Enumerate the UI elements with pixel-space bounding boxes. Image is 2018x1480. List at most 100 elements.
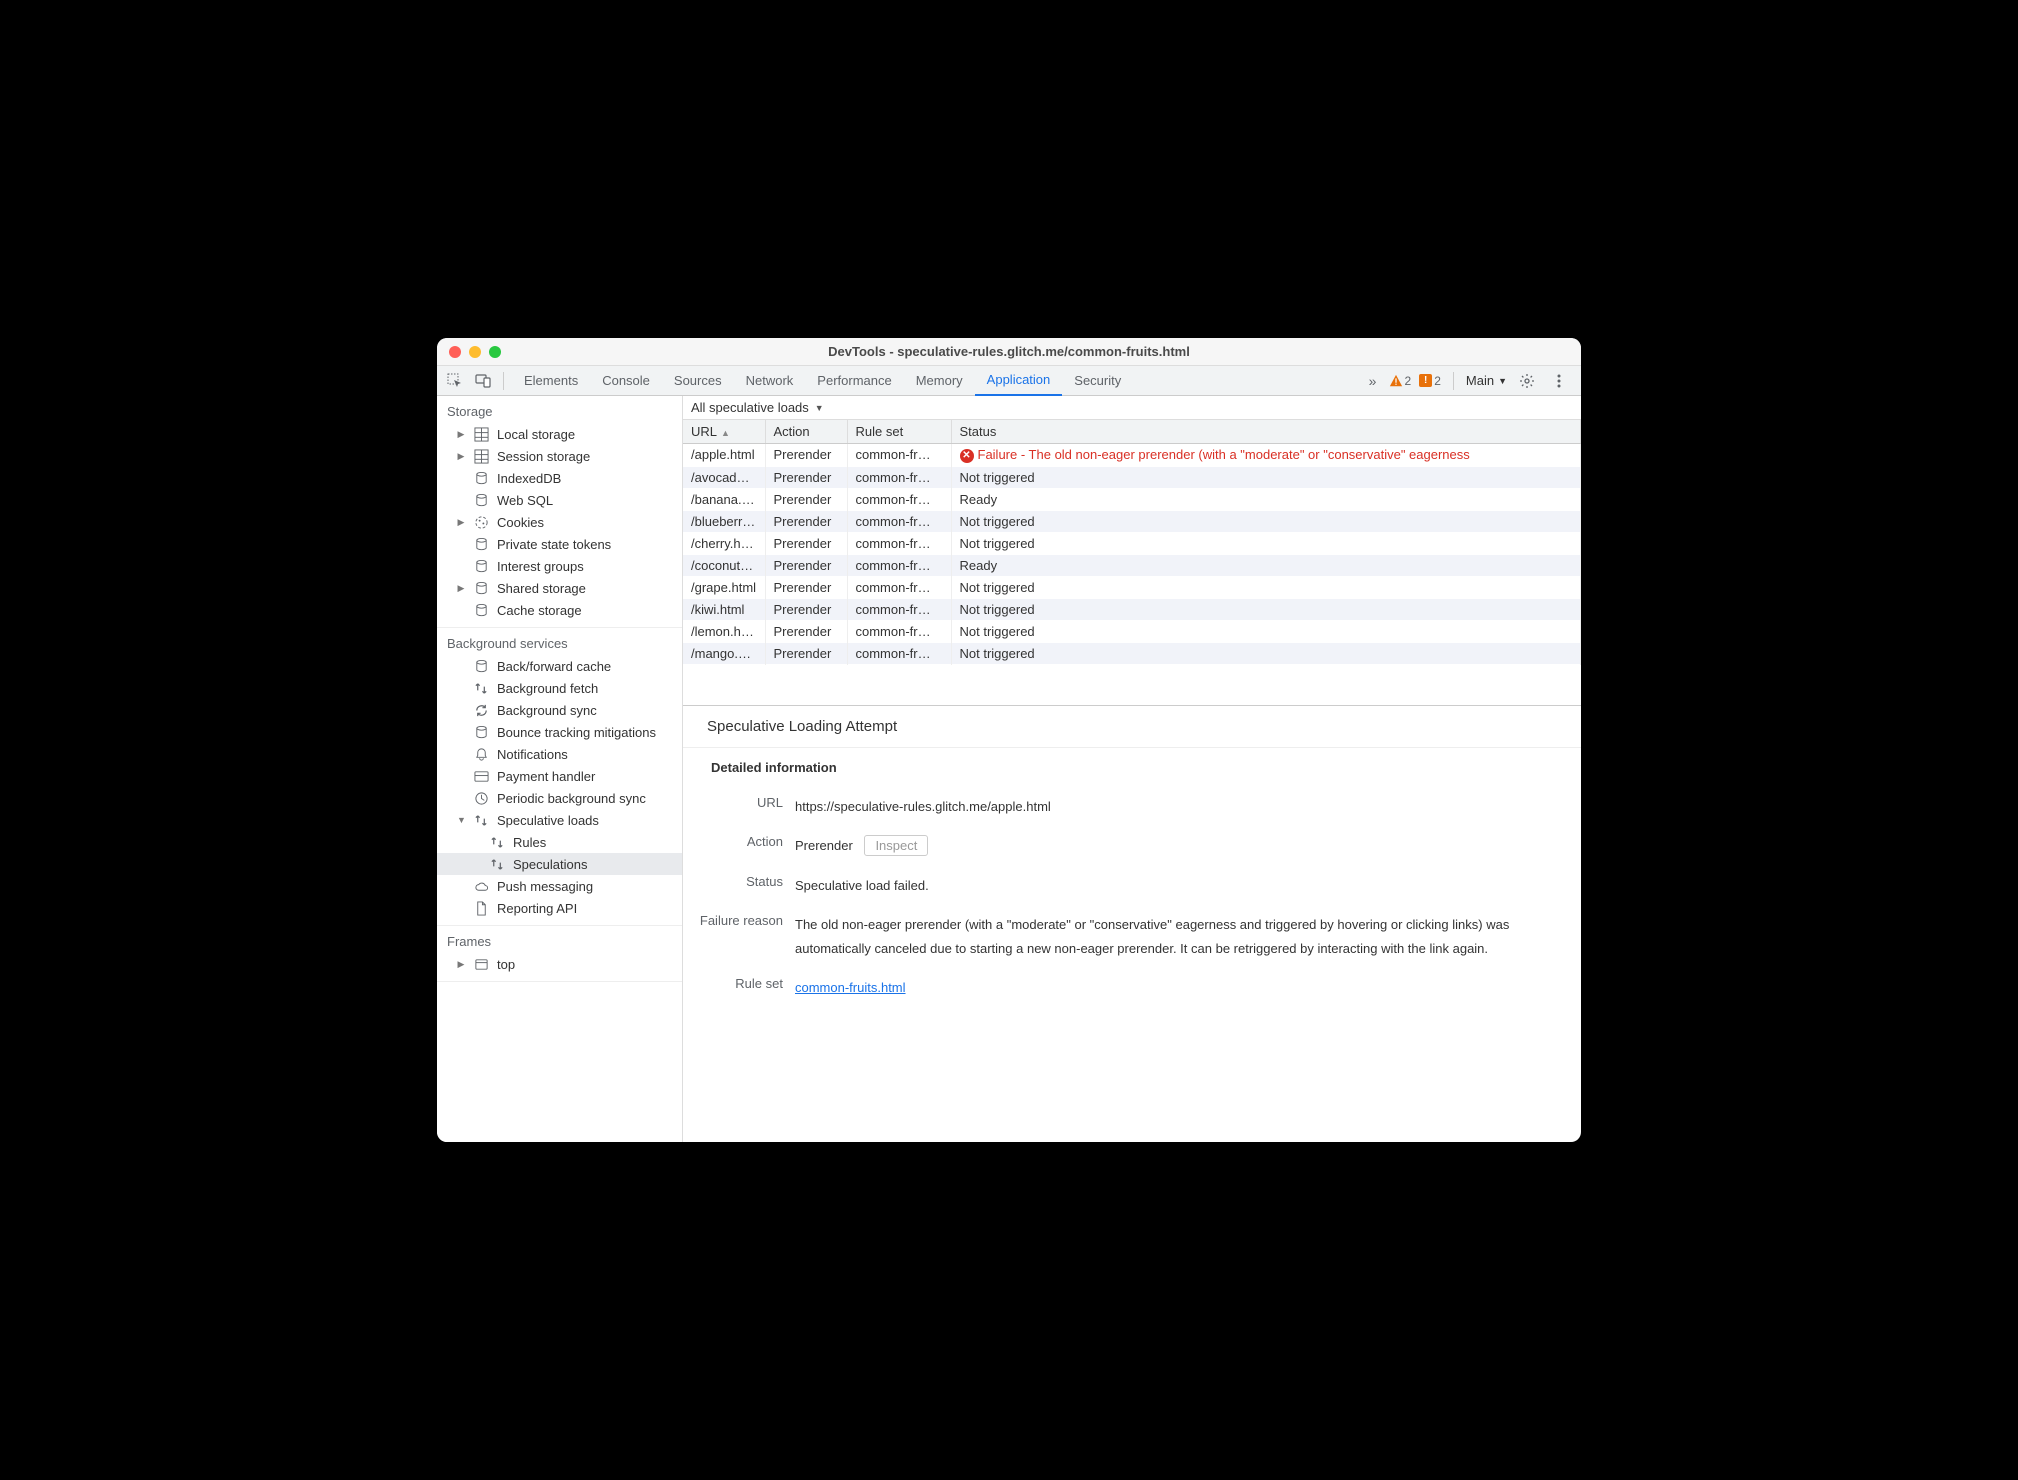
overflow-tabs-icon[interactable]: »	[1361, 369, 1385, 393]
tab-security[interactable]: Security	[1062, 366, 1133, 396]
sidebar-item-label: Payment handler	[497, 769, 595, 784]
sort-arrow-icon: ▲	[717, 428, 730, 438]
fullscreen-button[interactable]	[489, 346, 501, 358]
sidebar-item-label: Private state tokens	[497, 537, 611, 552]
sidebar-item-periodic-background-sync[interactable]: Periodic background sync	[437, 787, 682, 809]
expand-arrow: ▶	[457, 583, 465, 594]
sidebar-item-back-forward-cache[interactable]: Back/forward cache	[437, 655, 682, 677]
sidebar-item-session-storage[interactable]: ▶Session storage	[437, 445, 682, 467]
tab-console[interactable]: Console	[590, 366, 662, 396]
detail-pane: Speculative Loading Attempt Detailed inf…	[683, 705, 1581, 1142]
table-row[interactable]: /blueberr…Prerendercommon-fr…Not trigger…	[683, 510, 1581, 532]
detail-section: Detailed information	[683, 748, 1581, 783]
sidebar-item-shared-storage[interactable]: ▶Shared storage	[437, 577, 682, 599]
sidebar-item-interest-groups[interactable]: Interest groups	[437, 555, 682, 577]
tab-sources[interactable]: Sources	[662, 366, 734, 396]
toolbar: ElementsConsoleSourcesNetworkPerformance…	[437, 366, 1581, 396]
more-icon[interactable]	[1547, 369, 1571, 393]
sidebar-item-push-messaging[interactable]: Push messaging	[437, 875, 682, 897]
tab-memory[interactable]: Memory	[904, 366, 975, 396]
column-action[interactable]: Action	[765, 420, 847, 444]
detail-ruleset-label: Rule set	[683, 976, 783, 991]
db-icon	[473, 536, 489, 552]
target-dropdown[interactable]: Main ▼	[1466, 373, 1507, 388]
sidebar-item-label: Cookies	[497, 515, 544, 530]
db-icon	[473, 658, 489, 674]
db-icon	[473, 558, 489, 574]
traffic-lights	[449, 346, 501, 358]
table-row[interactable]: /cherry.h…Prerendercommon-fr…Not trigger…	[683, 532, 1581, 554]
tab-performance[interactable]: Performance	[805, 366, 903, 396]
sidebar-item-indexeddb[interactable]: IndexedDB	[437, 467, 682, 489]
sidebar-item-rules[interactable]: Rules	[437, 831, 682, 853]
bell-icon	[473, 746, 489, 762]
table-row[interactable]: /lemon.h…Prerendercommon-fr…Not triggere…	[683, 620, 1581, 642]
sidebar-item-reporting-api[interactable]: Reporting API	[437, 897, 682, 919]
sidebar-item-top[interactable]: ▶ top	[437, 953, 682, 975]
detail-url-label: URL	[683, 795, 783, 810]
sidebar-item-label: Interest groups	[497, 559, 584, 574]
column-rule-set[interactable]: Rule set	[847, 420, 951, 444]
sidebar-item-local-storage[interactable]: ▶Local storage	[437, 423, 682, 445]
sidebar-item-speculative-loads[interactable]: ▼Speculative loads	[437, 809, 682, 831]
device-toggle-icon[interactable]	[471, 369, 495, 393]
sidebar-item-label: Cache storage	[497, 603, 582, 618]
card-icon	[473, 768, 489, 784]
sidebar-item-cookies[interactable]: ▶Cookies	[437, 511, 682, 533]
db-icon	[473, 602, 489, 618]
close-button[interactable]	[449, 346, 461, 358]
grid-icon	[473, 426, 489, 442]
column-status[interactable]: Status	[951, 420, 1581, 444]
sidebar-item-background-sync[interactable]: Background sync	[437, 699, 682, 721]
sidebar-item-bounce-tracking-mitigations[interactable]: Bounce tracking mitigations	[437, 721, 682, 743]
devtools-window: DevTools - speculative-rules.glitch.me/c…	[437, 338, 1581, 1142]
sidebar-item-label: Periodic background sync	[497, 791, 646, 806]
tab-application[interactable]: Application	[975, 366, 1063, 396]
tab-network[interactable]: Network	[734, 366, 806, 396]
tab-elements[interactable]: Elements	[512, 366, 590, 396]
detail-action-value: Prerender Inspect	[795, 834, 1555, 857]
cookie-icon	[473, 514, 489, 530]
exchange-icon	[489, 856, 505, 872]
sidebar-item-label: Back/forward cache	[497, 659, 611, 674]
sidebar-item-private-state-tokens[interactable]: Private state tokens	[437, 533, 682, 555]
error-icon: ✕	[960, 449, 974, 463]
titlebar: DevTools - speculative-rules.glitch.me/c…	[437, 338, 1581, 366]
minimize-button[interactable]	[469, 346, 481, 358]
table-row[interactable]: /mango.…Prerendercommon-fr…Not triggered	[683, 642, 1581, 664]
table-row[interactable]: /banana.…Prerendercommon-fr…Ready	[683, 488, 1581, 510]
panel-tabs: ElementsConsoleSourcesNetworkPerformance…	[512, 366, 1357, 396]
table-row[interactable]: /avocad…Prerendercommon-fr…Not triggered	[683, 466, 1581, 488]
exchange-icon	[473, 680, 489, 696]
expand-arrow: ▶	[457, 959, 465, 970]
table-row[interactable]: /apple.htmlPrerendercommon-fr…✕Failure -…	[683, 444, 1581, 467]
sidebar-item-label: top	[497, 957, 515, 972]
detail-status-label: Status	[683, 874, 783, 889]
db-icon	[473, 492, 489, 508]
storage-group-title: Storage	[437, 396, 682, 423]
sidebar-item-payment-handler[interactable]: Payment handler	[437, 765, 682, 787]
issues-badge[interactable]: ! 2	[1419, 374, 1441, 388]
grid-icon	[473, 448, 489, 464]
sidebar: Storage ▶Local storage▶Session storageIn…	[437, 396, 683, 1142]
expand-arrow: ▶	[457, 429, 465, 440]
sidebar-item-notifications[interactable]: Notifications	[437, 743, 682, 765]
chevron-down-icon: ▼	[1498, 376, 1507, 386]
table-row[interactable]: /kiwi.htmlPrerendercommon-fr…Not trigger…	[683, 598, 1581, 620]
column-url[interactable]: URL▲	[683, 420, 765, 444]
inspect-element-icon[interactable]	[443, 369, 467, 393]
expand-arrow: ▶	[457, 451, 465, 462]
sidebar-item-background-fetch[interactable]: Background fetch	[437, 677, 682, 699]
sidebar-item-web-sql[interactable]: Web SQL	[437, 489, 682, 511]
db-icon	[473, 580, 489, 596]
ruleset-link[interactable]: common-fruits.html	[795, 980, 906, 995]
inspect-button[interactable]: Inspect	[864, 835, 928, 856]
sidebar-item-label: Bounce tracking mitigations	[497, 725, 656, 740]
table-row[interactable]: /coconut…Prerendercommon-fr…Ready	[683, 554, 1581, 576]
settings-icon[interactable]	[1515, 369, 1539, 393]
table-row[interactable]: /grape.htmlPrerendercommon-fr…Not trigge…	[683, 576, 1581, 598]
warnings-badge[interactable]: 2	[1389, 374, 1412, 388]
filter-bar[interactable]: All speculative loads ▼	[683, 396, 1581, 420]
sidebar-item-cache-storage[interactable]: Cache storage	[437, 599, 682, 621]
sidebar-item-speculations[interactable]: Speculations	[437, 853, 682, 875]
